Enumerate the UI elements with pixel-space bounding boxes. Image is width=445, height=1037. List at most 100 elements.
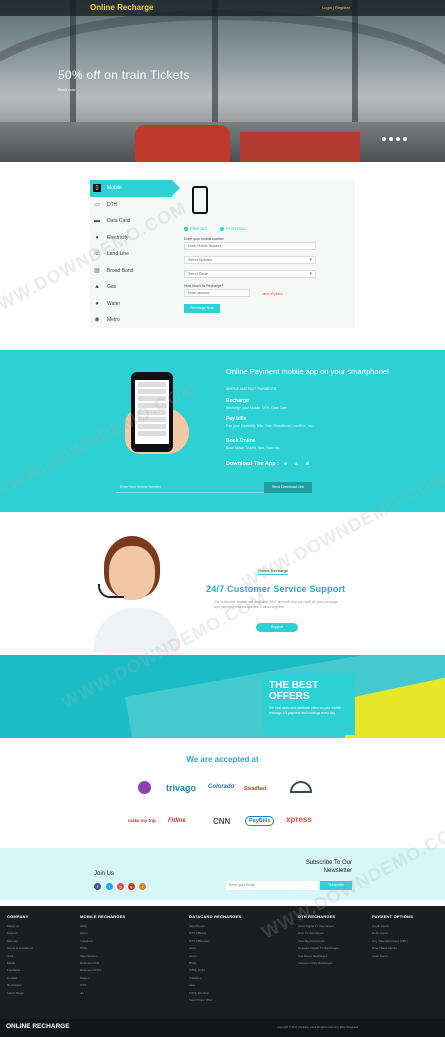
footer-link[interactable]: Sitemap xyxy=(7,939,33,946)
partner-logo: PayBills xyxy=(245,816,275,826)
account-link[interactable]: Login | Register xyxy=(322,5,350,10)
app-title: Online Payment mobile app on your smartp… xyxy=(226,367,390,376)
menu-item-mobile[interactable]: ▯ Mobile xyxy=(90,180,180,197)
footer-link[interactable]: Support xyxy=(7,931,33,938)
footer-link[interactable]: Airtel xyxy=(189,946,241,953)
footer-link[interactable]: Cash Cards xyxy=(372,954,413,961)
footer-link[interactable]: Airtel Digital TV Recharges xyxy=(298,924,339,931)
partner-logo: xpress xyxy=(286,815,312,824)
footer-link[interactable]: Jio xyxy=(80,991,125,998)
footer-link[interactable]: Any Visa Debit Card (VBV) xyxy=(372,939,413,946)
amount-input[interactable]: Enter amount xyxy=(184,289,250,297)
menu-label: Gas xyxy=(107,284,117,291)
android-icon[interactable]: ▲ xyxy=(294,461,299,467)
footer-link[interactable]: Vodafone xyxy=(80,939,125,946)
footer-link[interactable]: Credit Cards xyxy=(372,924,413,931)
footer-link[interactable]: BSNL xyxy=(80,946,125,953)
brand-logo[interactable]: Online Recharge xyxy=(90,3,154,12)
footer-link[interactable]: Sun Direct Recharges xyxy=(298,954,339,961)
footer-column-payment: PAYMENT OPTIONS Credit Cards Debit Cards An… xyxy=(372,914,413,961)
footer-link[interactable]: Telenor xyxy=(80,976,125,983)
footer-column-title: MOBILE RECHARGES xyxy=(80,914,126,919)
menu-item-broadband[interactable]: ▤ Broad Band xyxy=(90,263,172,280)
footer-link[interactable]: Recharges xyxy=(7,983,33,990)
offers-text: Get best deals and cashback offers on yo… xyxy=(269,706,341,715)
footer-link[interactable]: Direct Bank Debits xyxy=(372,946,413,953)
slide-dot[interactable] xyxy=(396,137,400,141)
support-agent-image xyxy=(92,530,182,652)
footer-link[interactable]: Tata Docomo xyxy=(80,954,125,961)
footer-link[interactable]: MTS MBrowse xyxy=(189,939,241,946)
facebook-icon[interactable]: f xyxy=(94,883,101,890)
windows-icon[interactable]: ■ xyxy=(306,461,309,467)
footer-link[interactable]: Reliance CDMA xyxy=(80,968,125,975)
slide-dot[interactable] xyxy=(382,137,386,141)
footer-link[interactable]: Tata Photon xyxy=(189,924,241,931)
recharge-now-button[interactable]: Recharge Now xyxy=(184,304,220,313)
footer-link[interactable]: Contact xyxy=(7,976,33,983)
footer-link[interactable]: Media xyxy=(7,961,33,968)
footer-link[interactable]: Idea xyxy=(189,983,241,990)
footer-link[interactable]: Reliance GSM xyxy=(80,961,125,968)
app-subtitle: SIMPLE AND FAST PAYMENTS xyxy=(226,387,277,391)
newsletter-title: Subscribe To Our Newsletter xyxy=(305,860,352,874)
footer-link[interactable]: MTS xyxy=(80,983,125,990)
partner-logo: make my trip xyxy=(128,818,156,823)
footer-link[interactable]: Videocon D2H Recharges xyxy=(298,961,339,968)
footer-link[interactable]: Dish TV Recharges xyxy=(298,931,339,938)
youtube-icon[interactable]: ▸ xyxy=(128,883,135,890)
router-icon: ▤ xyxy=(94,267,100,274)
twitter-icon[interactable]: t xyxy=(106,883,113,890)
send-link-button[interactable]: Send Download Link xyxy=(264,482,312,493)
footer-link[interactable]: Vodafone xyxy=(189,976,241,983)
slide-dot[interactable] xyxy=(403,137,407,141)
footer-link[interactable]: Tata Photon Whiz xyxy=(189,998,241,1005)
circle-select[interactable]: Select Circle xyxy=(184,270,316,278)
radio-dot-icon xyxy=(220,226,224,231)
slider-dots[interactable] xyxy=(382,137,407,141)
rss-icon[interactable]: r xyxy=(139,883,146,890)
slide-dot[interactable] xyxy=(389,137,393,141)
radio-postpaid[interactable]: POSTPAID xyxy=(220,226,246,231)
hero-book-link[interactable]: Book now xyxy=(58,87,76,92)
partner-logo: CNN xyxy=(213,817,231,826)
mobile-phone-icon xyxy=(192,186,208,214)
radio-dot-icon xyxy=(184,226,188,231)
menu-item-metro[interactable]: ◉ Metro xyxy=(90,312,172,329)
support-button[interactable]: Support xyxy=(256,623,298,632)
footer-link[interactable]: Aircel xyxy=(80,931,125,938)
mobile-number-input[interactable]: Enter Mobile Number xyxy=(184,242,316,250)
hero-title: 50% off on train Tickets xyxy=(58,68,190,82)
menu-item-gas[interactable]: ▲ Gas xyxy=(90,279,172,296)
top-bar xyxy=(0,0,445,16)
footer-link[interactable]: Reliance Digital TV Recharges xyxy=(298,946,339,953)
footer-link[interactable]: Feedback xyxy=(7,968,33,975)
operator-select[interactable]: Select Operator xyxy=(184,256,316,264)
footer-link[interactable]: Jobs xyxy=(7,954,33,961)
feature-text: Book Movie Tickets, Bus, Train etc. xyxy=(226,446,281,450)
google-plus-icon[interactable]: g xyxy=(117,883,124,890)
footer-column-mobile: MOBILE RECHARGES Airtel Aircel Vodafone BSNL… xyxy=(80,914,125,998)
amount-label: How Much To Recharge? xyxy=(184,284,224,288)
footer-link[interactable]: About Us xyxy=(7,924,33,931)
drop-icon: ● xyxy=(95,300,99,307)
footer-link[interactable]: Aircel xyxy=(189,954,241,961)
feature-heading: Pay bills xyxy=(226,416,247,422)
footer-link[interactable]: MTNL Delhi xyxy=(189,968,241,975)
offers-title: THE BEST OFFERS xyxy=(269,680,319,702)
view-plans-link[interactable]: view all plans xyxy=(262,292,283,296)
footer-link[interactable]: MTS MBlaze xyxy=(189,931,241,938)
email-input[interactable]: Enter your Email xyxy=(226,881,318,890)
accepted-title: We are accepted at xyxy=(186,755,259,764)
menu-item-water[interactable]: ● Water xyxy=(90,296,172,313)
footer-link[interactable]: Airtel xyxy=(80,924,125,931)
footer-link[interactable]: Terms & Conditions xyxy=(7,946,33,953)
download-label: Download The App : xyxy=(226,461,279,467)
footer-link[interactable]: Debit Cards xyxy=(372,931,413,938)
footer-link[interactable]: Tata Sky Recharges xyxy=(298,939,339,946)
apple-icon[interactable]: ● xyxy=(284,461,287,467)
footer-link[interactable]: BSNL xyxy=(189,961,241,968)
footer-link[interactable]: MTNL Mumbai xyxy=(189,991,241,998)
radio-prepaid[interactable]: PREPAID xyxy=(184,226,207,231)
footer-link[interactable]: Latest Blogs xyxy=(7,991,33,998)
